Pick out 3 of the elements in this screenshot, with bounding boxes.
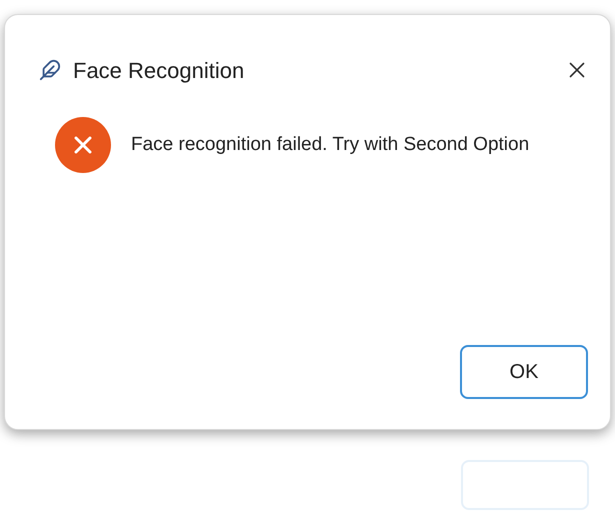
message-text: Face recognition failed. Try with Second Option	[131, 132, 530, 157]
window-title: Face Recognition	[73, 56, 244, 85]
ok-button[interactable]: OK	[460, 345, 588, 399]
